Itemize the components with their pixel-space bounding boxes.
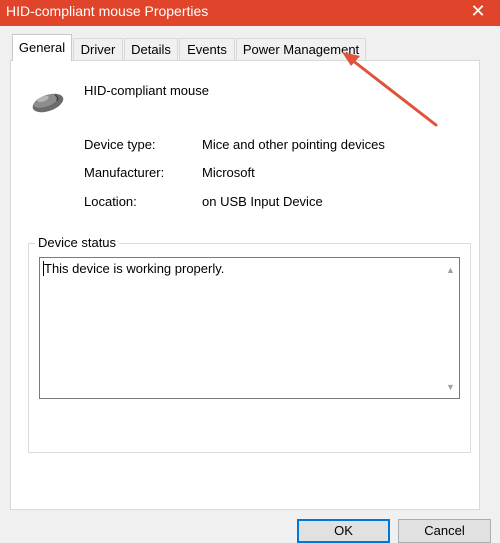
cancel-button[interactable]: Cancel [398, 519, 491, 543]
tab-events-label: Events [187, 42, 227, 57]
location-value: on USB Input Device [202, 194, 323, 209]
scroll-down-icon[interactable]: ▼ [442, 378, 459, 395]
tab-general[interactable]: General [12, 34, 72, 61]
location-label: Location: [84, 194, 137, 209]
tab-power-management-label: Power Management [242, 42, 360, 57]
tab-details-label: Details [131, 42, 171, 57]
mouse-icon [32, 93, 64, 113]
manufacturer-label: Manufacturer: [84, 165, 165, 180]
tab-events[interactable]: Events [179, 38, 235, 60]
tab-driver[interactable]: Driver [73, 38, 123, 60]
ok-button[interactable]: OK [297, 519, 390, 543]
close-icon: ✕ [470, 0, 486, 21]
manufacturer-value: Microsoft [202, 165, 255, 180]
device-status-label: Device status [35, 235, 120, 251]
scroll-up-icon[interactable]: ▲ [442, 261, 459, 278]
title-bar: HID-compliant mouse Properties ✕ [0, 0, 500, 26]
device-type-label: Device type: [84, 137, 156, 152]
window-title: HID-compliant mouse Properties [6, 3, 209, 19]
device-type-value: Mice and other pointing devices [202, 137, 385, 152]
tab-details[interactable]: Details [124, 38, 178, 60]
close-button[interactable]: ✕ [456, 0, 500, 22]
tab-driver-label: Driver [80, 42, 116, 57]
tab-power-management[interactable]: Power Management [236, 38, 366, 60]
device-status-text: This device is working properly. [44, 261, 225, 276]
tab-general-label: General [18, 40, 66, 55]
device-name: HID-compliant mouse [84, 83, 209, 98]
device-status-textbox[interactable]: This device is working properly. ▲ ▼ [39, 257, 460, 399]
status-scrollbar[interactable]: ▲ ▼ [442, 258, 459, 398]
